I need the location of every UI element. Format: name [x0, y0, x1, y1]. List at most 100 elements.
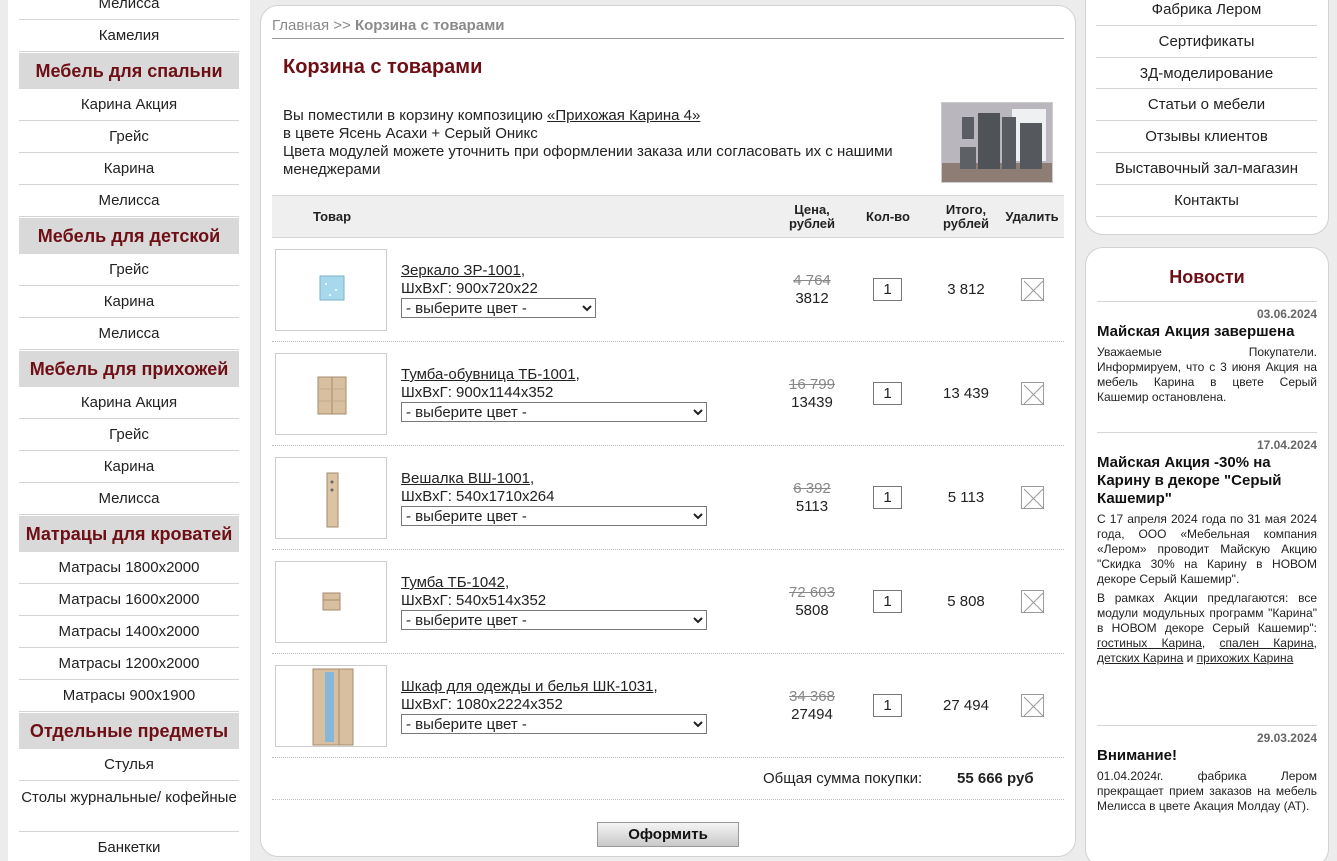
header-price: Цена, рублей — [788, 202, 835, 231]
breadcrumb-home[interactable]: Главная — [272, 17, 329, 34]
sidebar-link[interactable]: Мелисса — [19, 0, 239, 20]
quantity-input[interactable]: 1 — [873, 382, 902, 405]
product-name-link[interactable]: Шкаф для одежды и белья ШК-1031 — [401, 678, 653, 695]
sidebar-link[interactable]: Грейс — [19, 121, 239, 153]
product-image[interactable] — [275, 561, 387, 643]
delete-icon[interactable] — [1021, 486, 1044, 509]
category-heading[interactable]: Матрацы для кроватей — [19, 516, 239, 552]
sidebar-link[interactable]: Мелисса — [19, 185, 239, 217]
product-name-link[interactable]: Тумба ТБ-1042 — [401, 574, 505, 591]
sidebar-link[interactable]: Мелисса — [19, 483, 239, 515]
news-date: 03.06.2024 — [1097, 301, 1317, 321]
color-select[interactable]: - выберите цвет - — [401, 714, 707, 734]
news-headline[interactable]: Майская Акция -30% на Карину в декоре "С… — [1097, 454, 1317, 508]
intro-prefix: Вы поместили в корзину композицию — [283, 107, 548, 124]
color-select[interactable]: - выберите цвет - — [401, 610, 707, 630]
sidebar-link[interactable]: Банкетки — [19, 832, 239, 861]
right-menu-link[interactable]: Выставочный зал-магазин — [1096, 153, 1317, 185]
product-image[interactable] — [275, 249, 387, 331]
news-item: 03.06.2024 Майская Акция завершена Уважа… — [1097, 301, 1317, 405]
category-heading[interactable]: Мебель для прихожей — [19, 351, 239, 387]
row-total: 13 439 — [943, 385, 989, 402]
category-heading[interactable]: Мебель для детской — [19, 218, 239, 254]
right-menu-link[interactable]: Отзывы клиентов — [1096, 121, 1317, 153]
product-name-link[interactable]: Вешалка ВШ-1001 — [401, 470, 530, 487]
color-select[interactable]: - выберите цвет - — [401, 506, 707, 526]
page-title: Корзина с товарами — [283, 56, 483, 78]
news-item: 17.04.2024 Майская Акция -30% на Карину … — [1097, 432, 1317, 666]
sidebar-link[interactable]: Матрасы 900x1900 — [19, 680, 239, 712]
news-headline[interactable]: Внимание! — [1097, 747, 1317, 765]
news-text: Уважаемые Покупатели. Информируем, что с… — [1097, 345, 1317, 404]
row-total: 3 812 — [947, 281, 985, 298]
right-menu-link[interactable]: Статьи о мебели — [1096, 89, 1317, 122]
right-menu-link[interactable]: Сертификаты — [1096, 26, 1317, 58]
sidebar-link[interactable]: Карина — [19, 153, 239, 185]
news-title: Новости — [1169, 267, 1245, 287]
delete-icon[interactable] — [1021, 590, 1044, 613]
cart-intro: Вы поместили в корзину композицию «Прихо… — [283, 107, 923, 179]
sidebar-link[interactable]: Карина — [19, 451, 239, 483]
news-link-hall[interactable]: прихожих Карина — [1197, 651, 1294, 665]
color-select[interactable]: - выберите цвет - — [401, 402, 707, 422]
right-menu-link[interactable]: Контакты — [1096, 185, 1317, 217]
product-dimensions: ШхВхГ: 540х514х352 — [401, 592, 547, 609]
sidebar-link[interactable]: Мелисса — [19, 318, 239, 350]
left-sidebar: Мелисса Камелия Мебель для спальни Карина А… — [8, 0, 250, 861]
delete-icon[interactable] — [1021, 278, 1044, 301]
cart-row: Шкаф для одежды и белья ШК-1031, ШхВхГ: 1… — [272, 654, 1064, 758]
header-delete: Удалить — [1005, 209, 1059, 224]
news-headline[interactable]: Майская Акция завершена — [1097, 323, 1317, 341]
right-menu-link[interactable]: 3Д-моделирование — [1096, 58, 1317, 90]
header-product: Товар — [312, 209, 352, 224]
composition-thumbnail[interactable] — [941, 102, 1053, 183]
sidebar-link[interactable]: Грейс — [19, 419, 239, 451]
news-promo-prefix: В рамках Акции предлагаются: все модули … — [1097, 591, 1317, 635]
category-heading[interactable]: Отдельные предметы — [19, 713, 239, 749]
sidebar-link[interactable]: Стулья — [19, 749, 239, 781]
sidebar-link[interactable]: Карина Акция — [19, 89, 239, 121]
news-text-promo: В рамках Акции предлагаются: все модули … — [1097, 591, 1317, 665]
right-menu-link[interactable]: Фабрика Лером — [1096, 0, 1317, 26]
quantity-input[interactable]: 1 — [873, 278, 902, 301]
product-image[interactable] — [275, 353, 387, 435]
sidebar-link[interactable]: Карина Акция — [19, 387, 239, 419]
news-link-living[interactable]: гостиных Карина — [1097, 636, 1202, 650]
product-name-link[interactable]: Зеркало ЗР-1001 — [401, 262, 521, 279]
old-price: 72 603 — [789, 584, 835, 601]
composition-link[interactable]: «Прихожая Карина 4» — [547, 107, 700, 124]
sidebar-link[interactable]: Карина — [19, 286, 239, 318]
color-select[interactable]: - выберите цвет - — [401, 298, 596, 318]
sidebar-link[interactable]: Грейс — [19, 254, 239, 286]
product-image[interactable] — [275, 665, 387, 747]
sidebar-link[interactable]: Матрасы 1400x2000 — [19, 616, 239, 648]
quantity-input[interactable]: 1 — [873, 590, 902, 613]
product-dimensions: ШхВхГ: 540х1710х264 — [401, 488, 555, 505]
sidebar-link[interactable]: Матрасы 1800x2000 — [19, 552, 239, 584]
right-menu: Фабрика Лером Сертификаты 3Д-моделирование… — [1085, 0, 1329, 235]
cart-row: Тумба ТБ-1042, ШхВхГ: 540х514х352- выбери… — [272, 550, 1064, 654]
news-date: 29.03.2024 — [1097, 725, 1317, 745]
product-image[interactable] — [275, 457, 387, 539]
sidebar-link[interactable]: Камелия — [19, 20, 239, 52]
quantity-input[interactable]: 1 — [873, 486, 902, 509]
row-total: 27 494 — [943, 697, 989, 714]
sum-value: 55 666 руб — [957, 770, 1034, 787]
sidebar-link[interactable]: Матрасы 1200x2000 — [19, 648, 239, 680]
sidebar-link[interactable]: Матрасы 1600x2000 — [19, 584, 239, 616]
right-menu-list: Фабрика Лером Сертификаты 3Д-моделирование… — [1096, 0, 1317, 217]
category-heading[interactable]: Мебель для спальни — [19, 53, 239, 89]
product-info: Зеркало ЗР-1001, ШхВхГ: 900х720х22 — [401, 262, 538, 297]
product-dimensions: ШхВхГ: 900х1144х352 — [401, 384, 554, 401]
checkout-button[interactable]: Оформить — [597, 822, 739, 847]
news-link-kids[interactable]: детских Карина — [1097, 651, 1183, 665]
delete-icon[interactable] — [1021, 382, 1044, 405]
news-link-bedroom[interactable]: спален Карина — [1220, 636, 1314, 650]
breadcrumb-separator: >> — [333, 17, 351, 34]
quantity-input[interactable]: 1 — [873, 694, 902, 717]
old-price: 6 392 — [793, 480, 831, 497]
sidebar-link[interactable]: Столы журнальные/ кофейные — [19, 781, 239, 832]
delete-icon[interactable] — [1021, 694, 1044, 717]
product-info: Тумба ТБ-1042, ШхВхГ: 540х514х352 — [401, 574, 547, 609]
product-name-link[interactable]: Тумба-обувница ТБ-1001 — [401, 366, 576, 383]
